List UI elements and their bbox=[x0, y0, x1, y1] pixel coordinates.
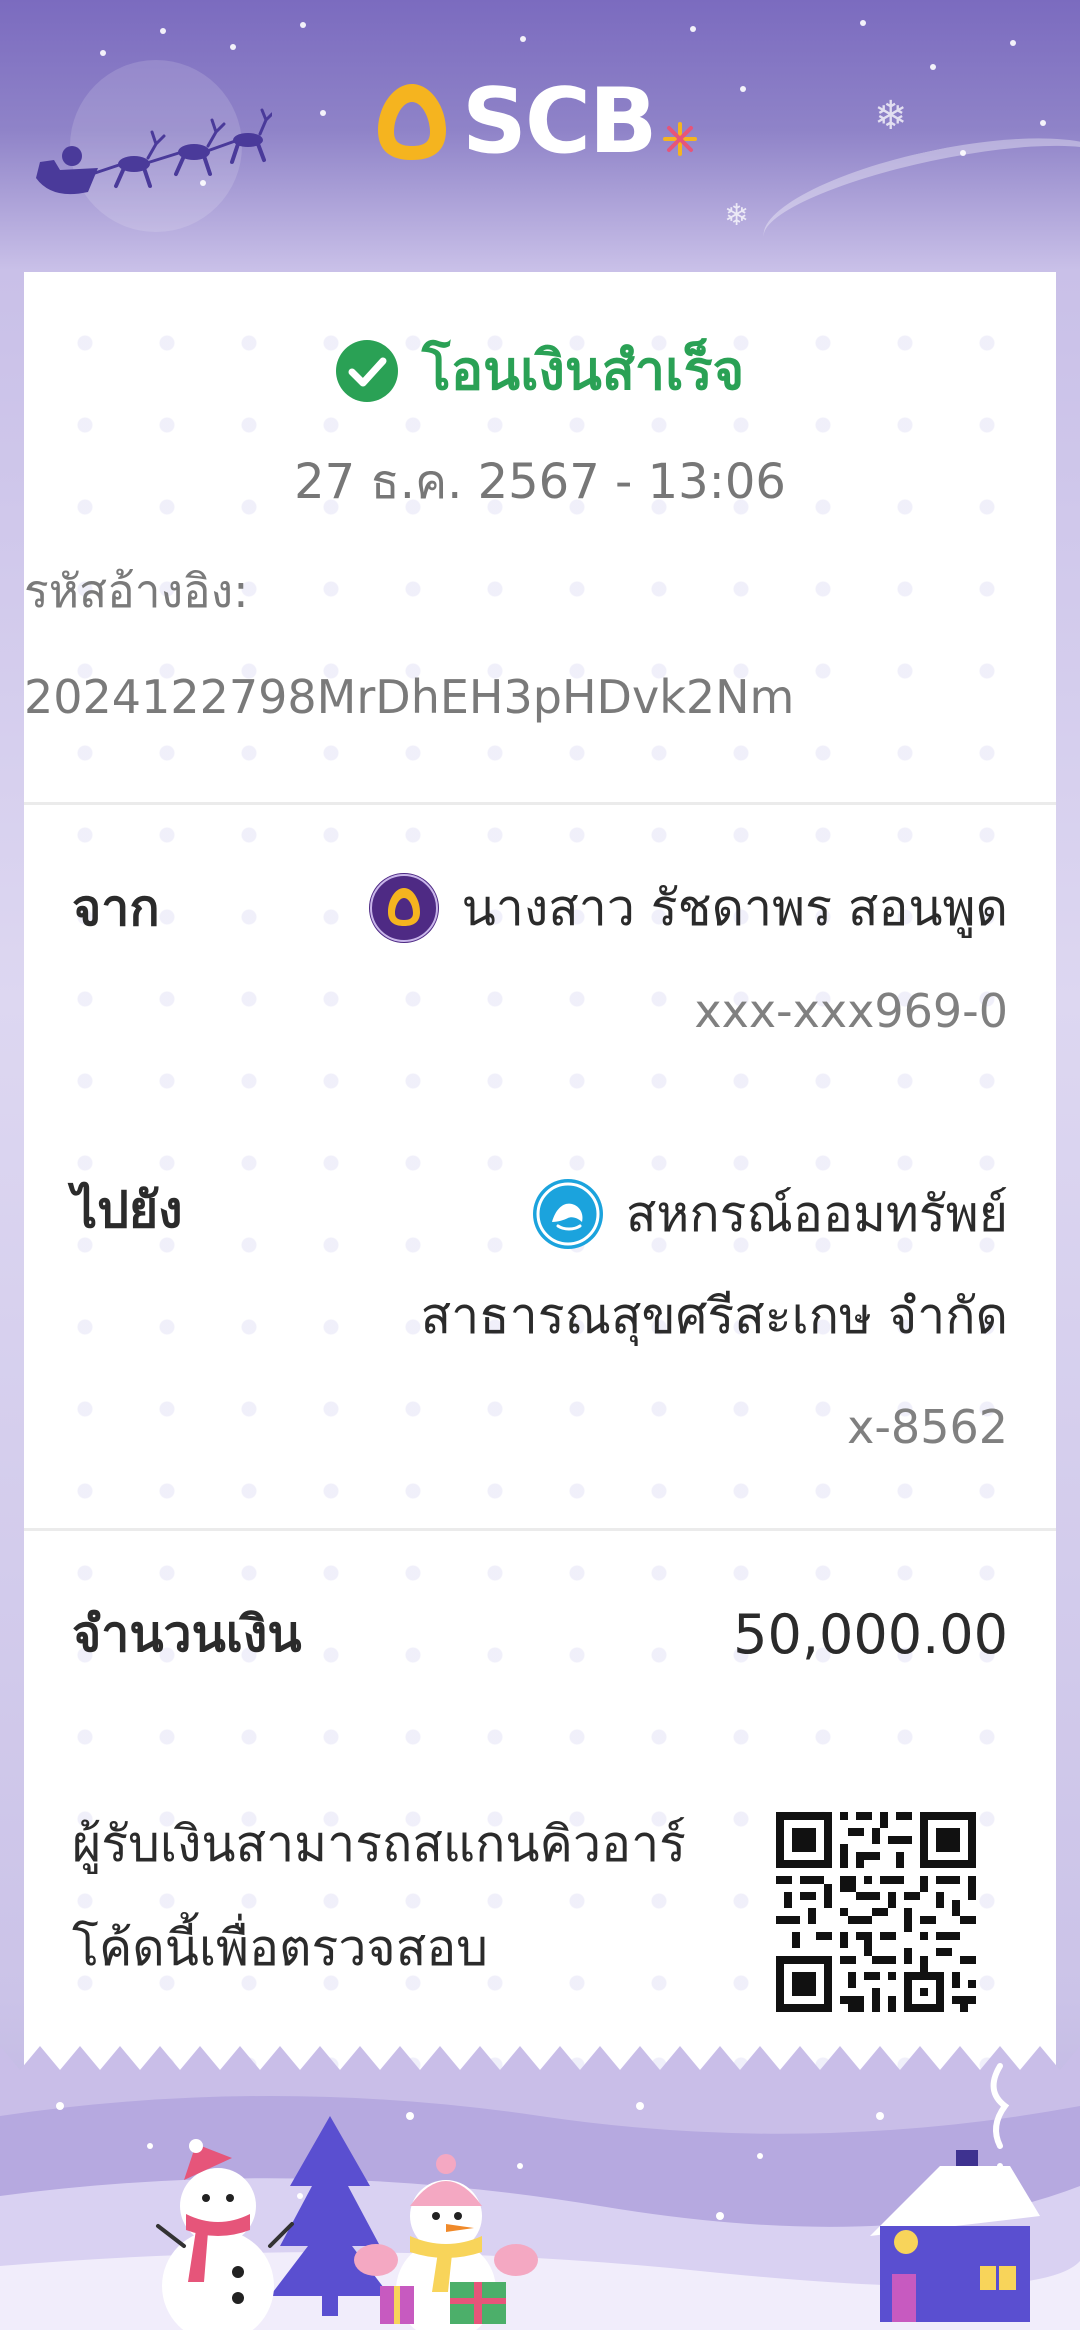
recipient-account: x-8562 bbox=[847, 1400, 1008, 1454]
header-banner: ❄ ❄ SCB bbox=[0, 0, 1080, 272]
qr-code-icon[interactable] bbox=[776, 1812, 976, 2012]
star-decoration bbox=[860, 20, 866, 26]
reindeer-sleigh-icon bbox=[36, 108, 272, 195]
recipient-name-line1: สหกรณ์ออมทรัพย์ bbox=[625, 1185, 1008, 1243]
transaction-datetime: 27 ธ.ค. 2567 - 13:06 bbox=[294, 454, 786, 510]
scb-shell-icon bbox=[378, 84, 446, 160]
star-decoration bbox=[1040, 120, 1046, 126]
sender-name: นางสาว รัชดาพร สอนพูด bbox=[461, 879, 1008, 937]
recipient-name-line2: สาธารณสุขศรีสะเกษ จำกัด bbox=[420, 1287, 1008, 1345]
star-decoration bbox=[740, 86, 746, 92]
star-decoration bbox=[320, 110, 326, 116]
sender-account: xxx-xxx969-0 bbox=[694, 984, 1008, 1038]
sparkle-icon bbox=[663, 122, 698, 156]
divider bbox=[24, 802, 1056, 805]
qr-instruction-text: ผู้รับเงินสามารถสแกนคิวอาร์โค้ดนี้เพื่อต… bbox=[72, 1815, 687, 1977]
from-label: จาก bbox=[72, 879, 160, 937]
reference-label: รหัสอ้างอิง: bbox=[24, 564, 249, 618]
receipt-card: โอนเงินสำเร็จ 27 ธ.ค. 2567 - 13:06 รหัสอ… bbox=[24, 272, 1056, 2092]
star-decoration bbox=[1010, 40, 1016, 46]
snowflake-icon: ❄ bbox=[874, 93, 908, 139]
snowflake-icon: ❄ bbox=[724, 198, 750, 233]
star-decoration bbox=[960, 150, 966, 156]
reference-value: 2024122798MrDhEH3pHDvk2Nm bbox=[24, 670, 795, 724]
star-decoration bbox=[100, 50, 106, 56]
star-decoration bbox=[520, 36, 526, 42]
ktb-bank-icon bbox=[532, 1179, 603, 1249]
divider bbox=[24, 1528, 1056, 1531]
star-decoration bbox=[230, 44, 236, 50]
from-name-row: นางสาว รัชดาพร สอนพูด bbox=[368, 872, 1008, 944]
scb-bank-icon bbox=[368, 873, 439, 943]
amount-value: 50,000.00 bbox=[733, 1603, 1008, 1666]
amount-label: จำนวนเงิน bbox=[72, 1605, 302, 1663]
status-text: โอนเงินสำเร็จ bbox=[421, 339, 745, 402]
star-decoration bbox=[160, 28, 166, 34]
star-decoration bbox=[300, 22, 306, 28]
recipient-name-row: สหกรณ์ออมทรัพย์ bbox=[532, 1178, 1008, 1250]
winter-scene bbox=[0, 2046, 1080, 2330]
scb-logo: SCB bbox=[372, 69, 698, 174]
to-label: ไปยัง bbox=[72, 1181, 183, 1239]
success-check-icon bbox=[335, 340, 398, 402]
star-decoration bbox=[690, 26, 696, 32]
brand-name: SCB bbox=[462, 69, 657, 174]
star-decoration bbox=[930, 64, 936, 70]
status-row: โอนเงินสำเร็จ bbox=[24, 336, 1056, 406]
swoosh-decoration bbox=[753, 113, 1080, 272]
